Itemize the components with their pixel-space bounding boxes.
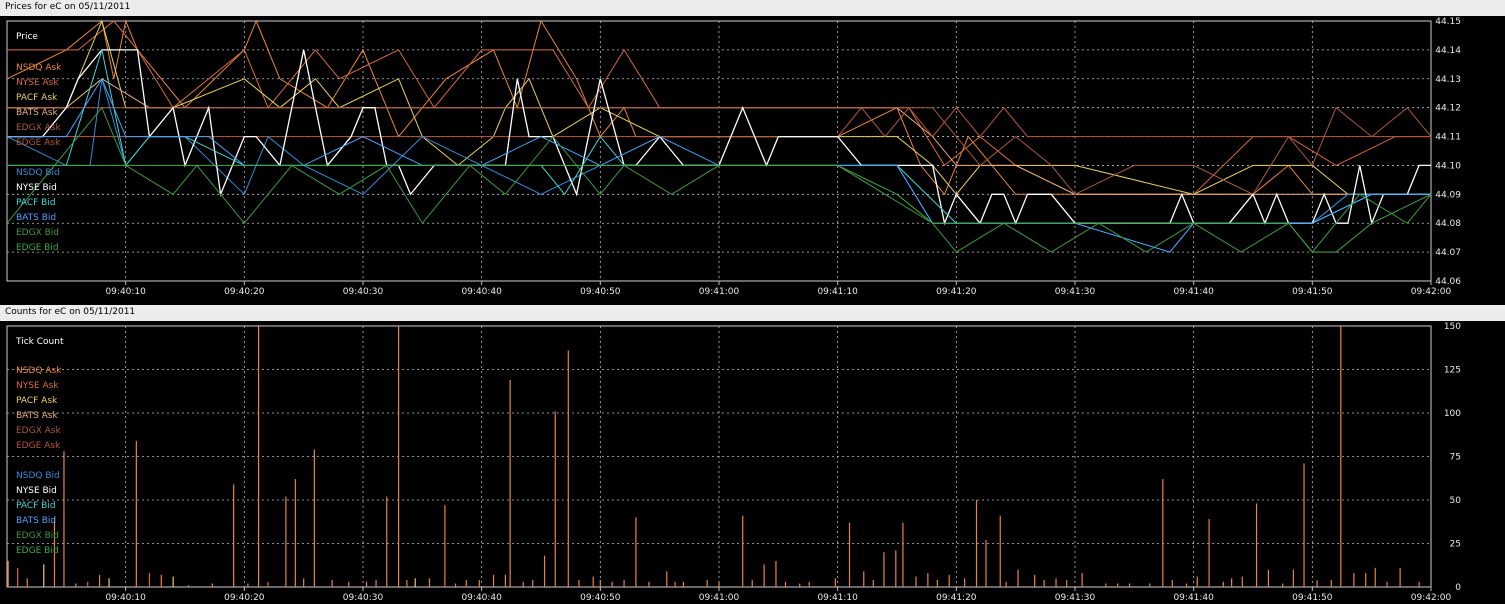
count-ytick-label: 125 <box>1444 366 1461 376</box>
legend-pacf-ask: PACF Ask <box>16 396 58 406</box>
price-ytick-label: 44.07 <box>1435 248 1461 258</box>
price-xtick-label: 09:41:10 <box>817 287 858 297</box>
legend-nyse-ask: NYSE Ask <box>16 381 59 391</box>
legend-nsdq-ask: NSDQ Ask <box>16 63 62 73</box>
price-xtick-label: 09:41:20 <box>936 287 977 297</box>
legend-nsdq-bid: NSDQ Bid <box>16 471 60 481</box>
count-xtick-label: 09:40:20 <box>224 593 265 603</box>
count-ytick-label: 50 <box>1450 496 1462 506</box>
legend-nyse-bid: NYSE Bid <box>16 486 57 496</box>
count-xtick-label: 09:40:50 <box>580 593 621 603</box>
count-xtick-label: 09:41:10 <box>817 593 858 603</box>
count-ytick-label: 25 <box>1450 540 1461 550</box>
legend-edgx-ask: EDGX Ask <box>16 426 61 436</box>
price-xtick-label: 09:40:10 <box>105 287 146 297</box>
legend-bats-ask: BATS Ask <box>16 108 59 118</box>
price-xtick-label: 09:40:30 <box>343 287 384 297</box>
price-ytick-label: 44.06 <box>1435 277 1461 287</box>
count-title: Tick Count <box>15 337 64 347</box>
count-panel-header: Counts for eC on 05/11/2011 <box>0 305 1505 321</box>
legend-bats-bid: BATS Bid <box>16 213 56 223</box>
count-xtick-label: 09:40:40 <box>461 593 502 603</box>
price-ytick-label: 44.15 <box>1435 17 1461 27</box>
price-xtick-label: 09:41:30 <box>1055 287 1096 297</box>
price-ytick-label: 44.11 <box>1435 133 1461 143</box>
count-xtick-label: 09:40:30 <box>343 593 384 603</box>
price-panel-title: Prices for eC on 05/11/2011 <box>5 2 131 12</box>
count-xtick-label: 09:41:30 <box>1055 593 1096 603</box>
count-ytick-label: 150 <box>1444 322 1461 332</box>
price-xtick-label: 09:41:40 <box>1173 287 1214 297</box>
legend-edgx-bid: EDGX Bid <box>16 228 59 238</box>
count-xtick-label: 09:41:50 <box>1292 593 1333 603</box>
legend-bats-bid: BATS Bid <box>16 516 56 526</box>
price-xtick-label: 09:42:00 <box>1411 287 1452 297</box>
legend-nsdq-ask: NSDQ Ask <box>16 366 62 376</box>
price-ytick-label: 44.09 <box>1435 190 1461 200</box>
legend-pacf-bid: PACF Bid <box>16 198 56 208</box>
price-xtick-label: 09:41:00 <box>699 287 740 297</box>
count-xtick-label: 09:42:00 <box>1411 593 1452 603</box>
legend-edgx-ask: EDGX Ask <box>16 123 61 133</box>
price-panel-header: Prices for eC on 05/11/2011 <box>0 0 1505 16</box>
price-xtick-label: 09:40:40 <box>461 287 502 297</box>
legend-edge-bid: EDGE Bid <box>16 546 59 556</box>
count-ytick-label: 100 <box>1444 409 1461 419</box>
legend-nsdq-bid: NSDQ Bid <box>16 168 60 178</box>
legend-pacf-ask: PACF Ask <box>16 93 58 103</box>
price-xtick-label: 09:40:50 <box>580 287 621 297</box>
count-xtick-label: 09:41:00 <box>699 593 740 603</box>
legend-edgx-bid: EDGX Bid <box>16 531 59 541</box>
count-ytick-label: 75 <box>1450 453 1461 463</box>
price-chart: 09:40:10 09:40:20 09:40:30 09:40:40 09:40:50… <box>6 17 1461 297</box>
legend-nyse-bid: NYSE Bid <box>16 183 57 193</box>
count-ytick-label: 0 <box>1455 583 1461 593</box>
price-ytick-label: 44.10 <box>1435 161 1461 171</box>
count-xtick-label: 09:41:20 <box>936 593 977 603</box>
count-panel-title: Counts for eC on 05/11/2011 <box>5 307 136 317</box>
price-ytick-label: 44.08 <box>1435 219 1461 229</box>
price-xtick-label: 09:41:50 <box>1292 287 1333 297</box>
legend-edge-bid: EDGE Bid <box>16 243 59 253</box>
legend-edge-ask: EDGE Ask <box>16 441 61 451</box>
price-xtick-label: 09:40:20 <box>224 287 265 297</box>
count-xtick-label: 09:40:10 <box>105 593 146 603</box>
count-chart: 09:40:10 09:40:20 09:40:30 09:40:40 09:40:50… <box>6 322 1462 603</box>
price-title: Price <box>16 32 38 42</box>
count-xtick-label: 09:41:40 <box>1173 593 1214 603</box>
price-ytick-label: 44.12 <box>1435 104 1461 114</box>
legend-edge-ask: EDGE Ask <box>16 138 61 148</box>
legend-pacf-bid: PACF Bid <box>16 501 56 511</box>
price-ytick-label: 44.13 <box>1435 75 1461 85</box>
legend-nyse-ask: NYSE Ask <box>16 78 59 88</box>
price-ytick-label: 44.14 <box>1435 46 1461 56</box>
legend-bats-ask: BATS Ask <box>16 411 59 421</box>
